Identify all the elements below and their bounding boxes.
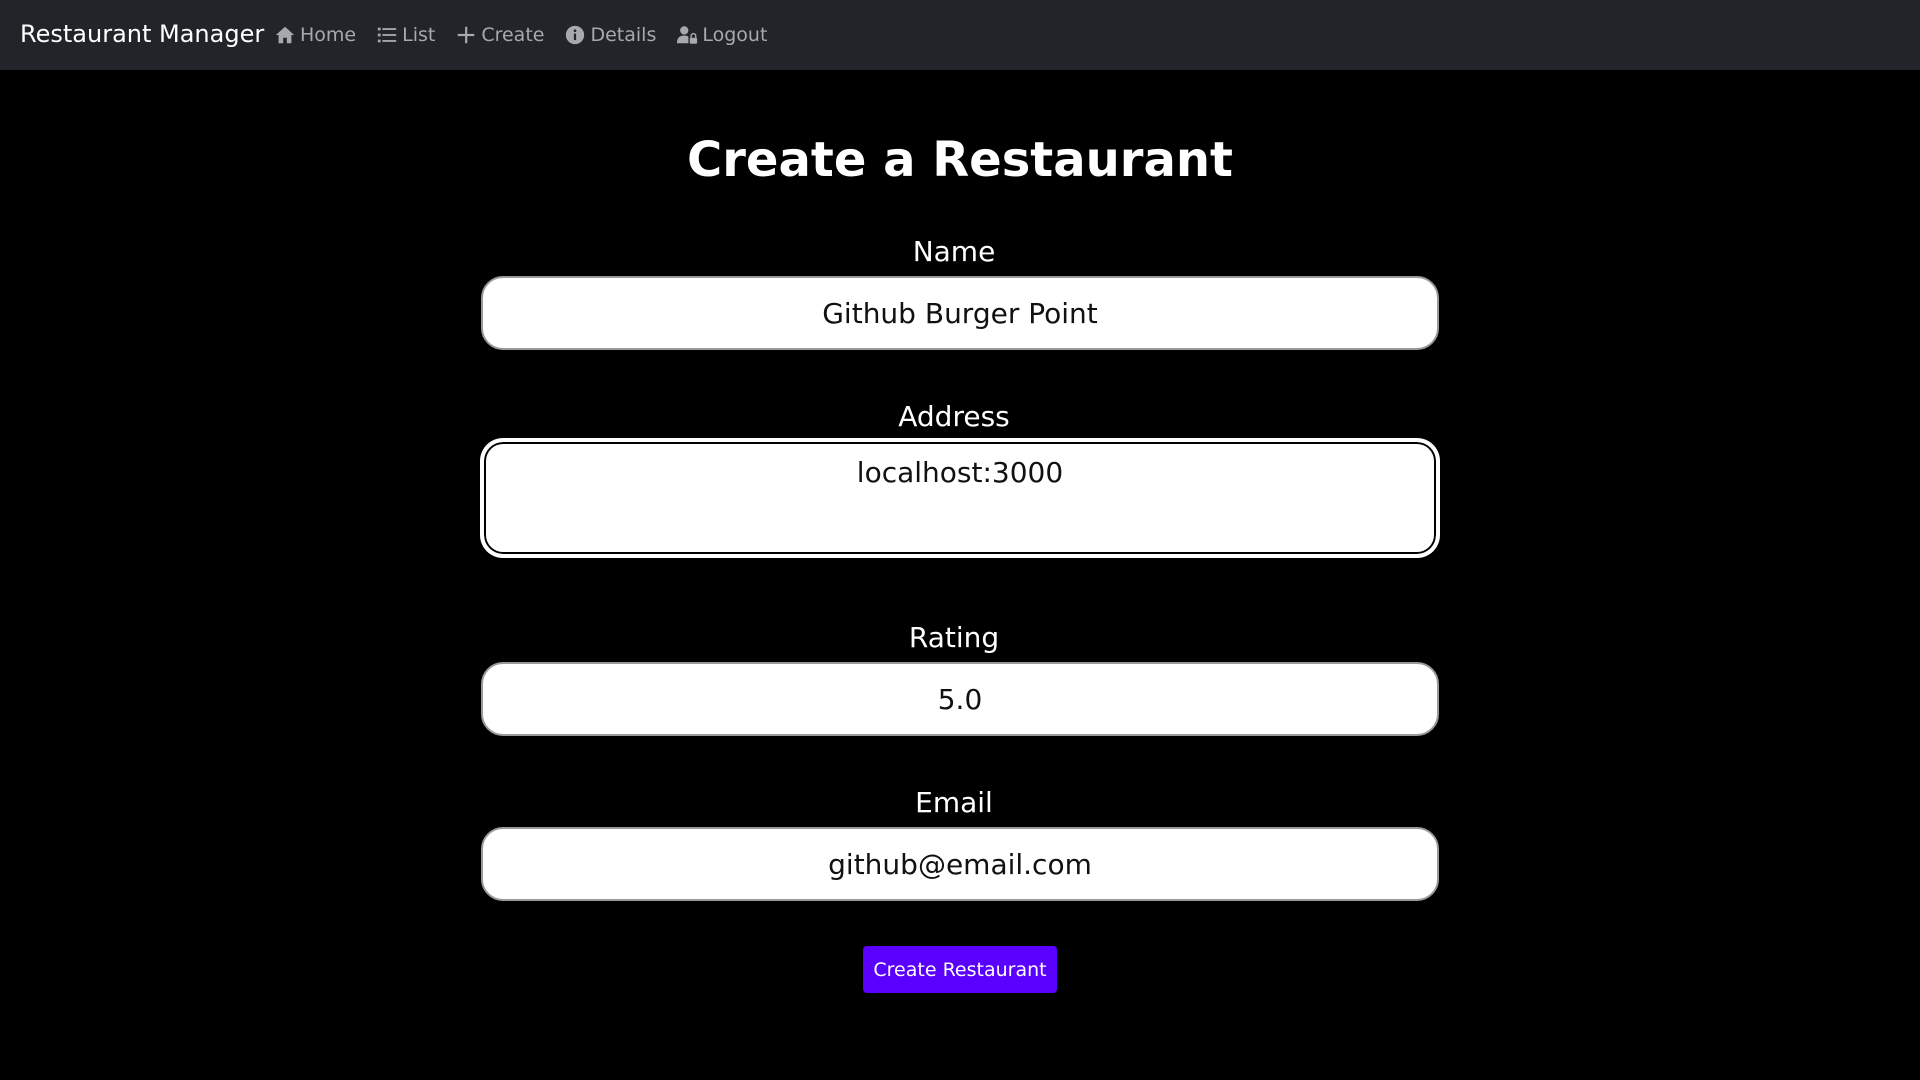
nav-link-label: Home [300,24,357,46]
rating-label: Rating [908,621,1000,654]
name-input[interactable] [481,276,1439,350]
nav-links: Home List Create Details Logout [274,18,787,52]
rating-input[interactable] [481,662,1439,736]
nav-link-list[interactable]: List [376,24,435,46]
plus-icon [458,26,475,44]
nav-link-label: Create [481,24,545,46]
list-icon [377,27,397,43]
brand-link[interactable]: Restaurant Manager [20,16,264,52]
create-restaurant-button[interactable]: Create Restaurant [863,946,1057,993]
email-input[interactable] [481,827,1439,901]
nav-link-label: Logout [702,24,768,46]
info-icon [566,25,585,45]
email-label: Email [915,786,993,819]
nav-link-details[interactable]: Details [564,24,656,46]
address-label: Address [898,400,1010,433]
name-label: Name [912,235,996,268]
nav-link-label: Details [590,24,657,46]
address-textarea[interactable]: localhost:3000 [481,439,1439,557]
nav-link-label: List [402,24,436,46]
user-lock-icon [677,26,698,44]
nav-link-logout[interactable]: Logout [676,24,767,46]
navbar: Restaurant Manager Home List Create Deta… [0,0,1920,70]
nav-link-home[interactable]: Home [274,24,356,46]
home-icon [275,26,295,44]
page-title: Create a Restaurant [687,132,1233,188]
nav-link-create[interactable]: Create [455,24,544,46]
